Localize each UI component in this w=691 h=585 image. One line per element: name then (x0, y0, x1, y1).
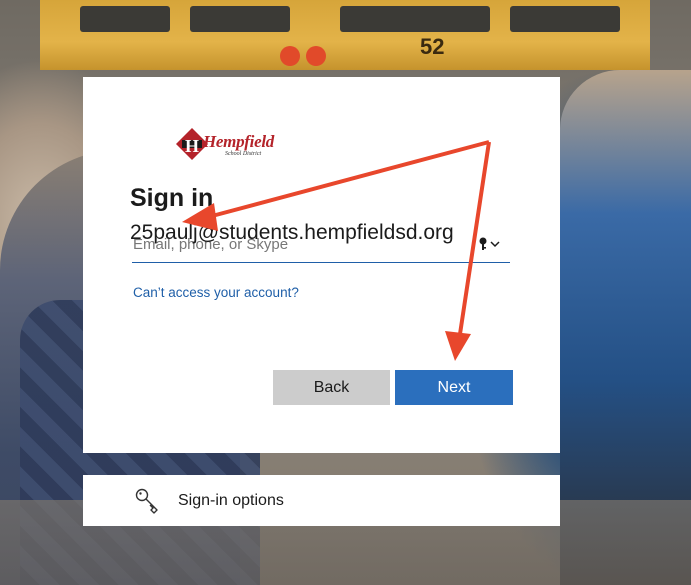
page-title: Sign in (130, 184, 214, 212)
bus-window (80, 6, 170, 32)
key-icon (135, 488, 158, 514)
credential-picker-button[interactable] (477, 236, 501, 252)
svg-text:H: H (185, 136, 199, 156)
key-icon (479, 237, 487, 250)
bus-light (306, 46, 326, 66)
back-button[interactable]: Back (273, 370, 390, 405)
chevron-down-icon (490, 241, 500, 248)
cant-access-account-link[interactable]: Can’t access your account? (133, 285, 299, 300)
bus-window (190, 6, 290, 32)
school-logo: H Hempfield School District (175, 127, 274, 161)
school-bus: 52 (40, 0, 650, 70)
signin-options-label: Sign-in options (178, 492, 284, 509)
bus-window (340, 6, 490, 32)
bus-window (510, 6, 620, 32)
logo-subtitle: School District (225, 151, 262, 157)
bus-number: 52 (420, 34, 445, 59)
next-button[interactable]: Next (395, 370, 513, 405)
email-field[interactable] (132, 218, 510, 263)
signin-card: H Hempfield School District Sign in Emai… (83, 77, 560, 453)
bus-light (280, 46, 300, 66)
logo-name: Hempfield (203, 132, 274, 151)
signin-options-bar[interactable]: Sign-in options (83, 475, 560, 526)
